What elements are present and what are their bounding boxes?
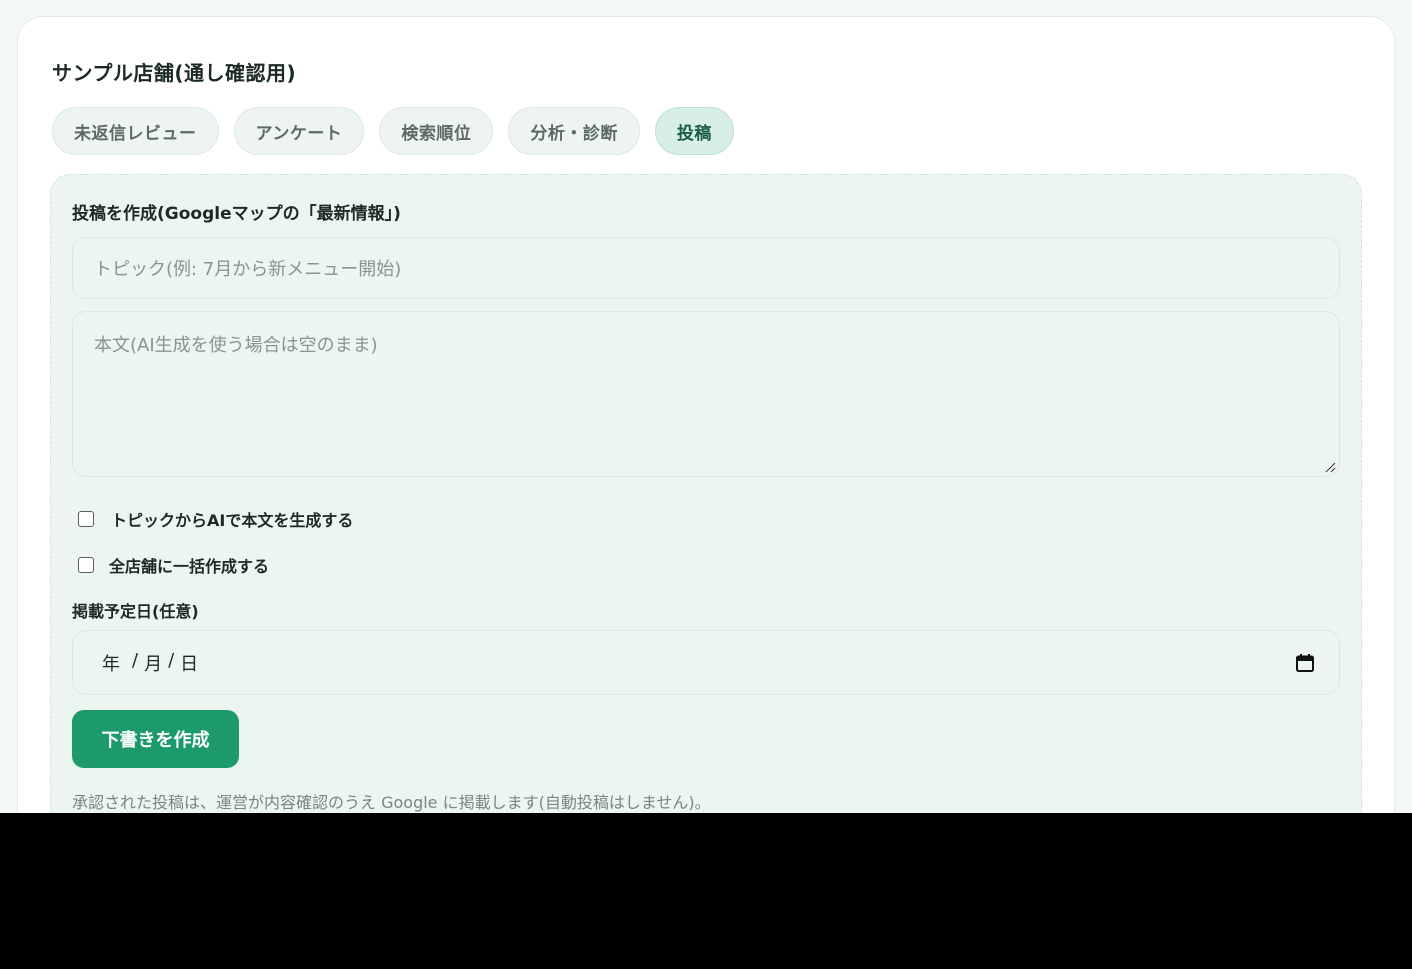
tab-survey[interactable]: アンケート	[233, 107, 365, 155]
date-year[interactable]: 年	[102, 650, 120, 676]
date-input[interactable]: 年 / 月 / 日	[72, 630, 1340, 695]
body-textarea[interactable]: 本文(AI生成を使う場合は空のまま)	[72, 311, 1340, 477]
tab-unreplied-reviews[interactable]: 未返信レビュー	[52, 107, 219, 155]
ai-generate-checkbox[interactable]	[78, 511, 94, 527]
resize-handle-icon[interactable]	[1324, 461, 1336, 473]
post-form-title: 投稿を作成(Googleマップの「最新情報」)	[72, 204, 401, 224]
create-draft-button[interactable]: 下書きを作成	[72, 710, 239, 768]
ai-generate-option[interactable]: トピックからAIで本文を生成する	[78, 507, 353, 531]
date-day[interactable]: 日	[180, 650, 198, 676]
post-create-panel: 投稿を作成(Googleマップの「最新情報」) トピック(例: 7月から新メニュ…	[50, 174, 1362, 813]
date-month[interactable]: 月	[144, 650, 162, 676]
store-title: サンプル店舗(通し確認用)	[52, 61, 297, 85]
calendar-icon[interactable]	[1295, 653, 1315, 673]
date-separator: /	[132, 649, 139, 671]
date-separator: /	[168, 649, 175, 671]
all-stores-option[interactable]: 全店舗に一括作成する	[78, 553, 269, 577]
topic-input[interactable]: トピック(例: 7月から新メニュー開始)	[72, 237, 1340, 299]
tab-posts[interactable]: 投稿	[654, 107, 734, 155]
all-stores-checkbox[interactable]	[78, 557, 94, 573]
approval-note: 承認された投稿は、運営が内容確認のうえ Google に掲載します(自動投稿はし…	[72, 793, 711, 812]
all-stores-label: 全店舗に一括作成する	[109, 557, 270, 576]
page-viewport: サンプル店舗(通し確認用) 未返信レビュー アンケート 検索順位 分析・診断 投…	[0, 0, 1412, 813]
topic-placeholder: トピック(例: 7月から新メニュー開始)	[94, 259, 402, 280]
ai-generate-label: トピックからAIで本文を生成する	[111, 511, 354, 530]
body-placeholder: 本文(AI生成を使う場合は空のまま)	[94, 335, 378, 356]
tab-bar: 未返信レビュー アンケート 検索順位 分析・診断 投稿	[52, 107, 734, 155]
tab-search-ranking[interactable]: 検索順位	[379, 107, 494, 155]
tab-analysis[interactable]: 分析・診断	[508, 107, 640, 155]
date-segments: 年 / 月 / 日	[102, 650, 198, 676]
date-label: 掲載予定日(任意)	[72, 602, 199, 621]
